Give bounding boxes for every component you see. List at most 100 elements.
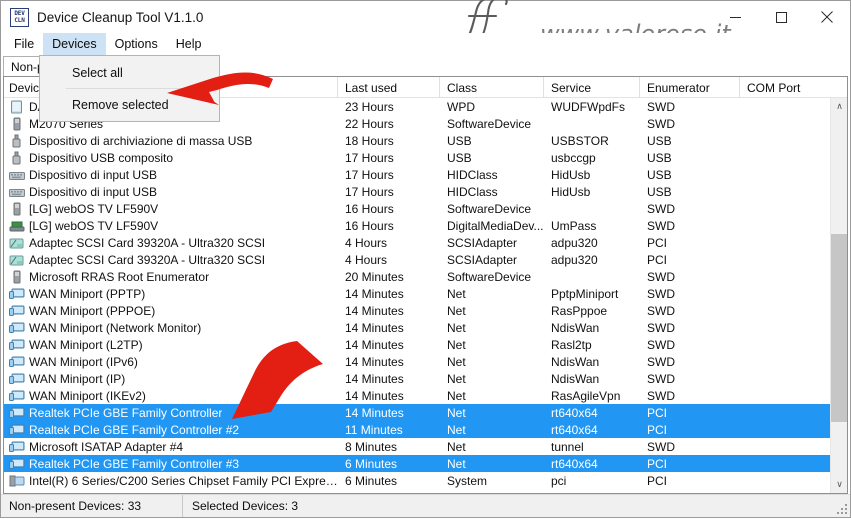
- menu-item-select-all[interactable]: Select all: [40, 60, 219, 85]
- menu-devices[interactable]: Devices: [43, 33, 106, 55]
- resize-grip-icon[interactable]: [837, 504, 847, 514]
- table-row[interactable]: Dispositivo di input USB 17 Hours HIDClass…: [4, 183, 847, 200]
- cell-last-used: 6 Minutes: [345, 473, 398, 488]
- cell-service: NdisWan: [551, 320, 600, 335]
- device-cleanup-tool-window: DEV CLN Device Cleanup Tool V1.1.0 www.v…: [0, 0, 851, 518]
- screen-icon: [9, 100, 25, 114]
- cell-last-used: 14 Minutes: [345, 303, 404, 318]
- menu-help[interactable]: Help: [167, 33, 211, 55]
- cell-last-used: 17 Hours: [345, 167, 394, 182]
- network-icon: [9, 338, 25, 352]
- cell-device-name: Adaptec SCSI Card 39320A - Ultra320 SCSI: [4, 236, 338, 250]
- cell-class: Net: [447, 422, 466, 437]
- table-row[interactable]: WAN Miniport (IPv6) 14 Minutes Net NdisWan S…: [4, 353, 847, 370]
- network-icon: [9, 406, 25, 420]
- cell-device-name: WAN Miniport (Network Monitor): [4, 321, 338, 335]
- table-row[interactable]: Microsoft ISATAP Adapter #4 8 Minutes Net t…: [4, 438, 847, 455]
- cell-last-used: 11 Minutes: [345, 422, 403, 437]
- table-row[interactable]: Adaptec SCSI Card 39320A - Ultra320 SCSI…: [4, 234, 847, 251]
- cell-service: rt640x64: [551, 422, 598, 437]
- menu-bar: File Devices Options Help: [1, 33, 850, 55]
- window-controls: [712, 1, 850, 33]
- table-row[interactable]: WAN Miniport (L2TP) 14 Minutes Net Rasl2tp S…: [4, 336, 847, 353]
- table-row[interactable]: WAN Miniport (IKEv2) 14 Minutes Net RasAgil…: [4, 387, 847, 404]
- scroll-up-icon[interactable]: ∧: [831, 98, 847, 115]
- cell-device-name: Realtek PCIe GBE Family Controller #2: [4, 423, 338, 437]
- maximize-icon[interactable]: [758, 1, 804, 33]
- cell-class: SCSIAdapter: [447, 235, 518, 250]
- device-list-view: Device NameLast usedClassServiceEnumerat…: [3, 76, 848, 494]
- table-row[interactable]: Microsoft RRAS Root Enumerator 20 Minutes…: [4, 268, 847, 285]
- cell-class: System: [447, 473, 488, 488]
- scsi-icon: [9, 253, 25, 267]
- vertical-scrollbar[interactable]: ∧ ∨: [830, 98, 847, 493]
- network-icon: [9, 287, 25, 301]
- table-row[interactable]: [LG] webOS TV LF590V 16 Hours SoftwareDevi…: [4, 200, 847, 217]
- cell-enumerator: SWD: [647, 116, 675, 131]
- table-row[interactable]: Intel(R) 6 Series/C200 Series Chipset Fa…: [4, 472, 847, 489]
- cell-service: Rasl2tp: [551, 337, 592, 352]
- cell-last-used: 14 Minutes: [345, 405, 404, 420]
- column-header-com[interactable]: COM Port: [740, 77, 820, 98]
- cell-class: WPD: [447, 99, 475, 114]
- device-name-label: Microsoft RRAS Root Enumerator: [29, 269, 210, 284]
- column-header-last[interactable]: Last used: [338, 77, 440, 98]
- minimize-icon[interactable]: [712, 1, 758, 33]
- menu-file[interactable]: File: [5, 33, 43, 55]
- table-row[interactable]: WAN Miniport (Network Monitor) 14 Minutes…: [4, 319, 847, 336]
- scroll-down-icon[interactable]: ∨: [831, 476, 847, 493]
- cell-enumerator: PCI: [647, 473, 668, 488]
- menu-options[interactable]: Options: [106, 33, 167, 55]
- table-row[interactable]: WAN Miniport (IP) 14 Minutes Net NdisWan SWD: [4, 370, 847, 387]
- cell-class: Net: [447, 371, 466, 386]
- table-row[interactable]: Dispositivo USB composito 17 Hours USB usbc…: [4, 149, 847, 166]
- device-name-label: WAN Miniport (IKEv2): [29, 388, 146, 403]
- window-title: Device Cleanup Tool V1.1.0: [37, 9, 204, 25]
- device-icon: [9, 202, 25, 216]
- table-row[interactable]: WAN Miniport (PPTP) 14 Minutes Net PptpMini…: [4, 285, 847, 302]
- cell-enumerator: SWD: [647, 354, 675, 369]
- cell-last-used: 18 Hours: [345, 133, 394, 148]
- table-row[interactable]: Realtek PCIe GBE Family Controller 14 Min…: [4, 404, 847, 421]
- table-row[interactable]: Realtek PCIe GBE Family Controller #3 6 M…: [4, 455, 847, 472]
- cell-service: RasPppoe: [551, 303, 608, 318]
- device-name-label: WAN Miniport (Network Monitor): [29, 320, 202, 335]
- column-header-enumerator[interactable]: Enumerator: [640, 77, 740, 98]
- scrollbar-thumb[interactable]: [831, 234, 847, 422]
- menu-item-remove-selected[interactable]: Remove selected: [40, 92, 219, 117]
- table-row[interactable]: WAN Miniport (PPPOE) 14 Minutes Net RasPppo…: [4, 302, 847, 319]
- cell-class: Net: [447, 337, 466, 352]
- cell-device-name: Realtek PCIe GBE Family Controller #3: [4, 457, 338, 471]
- device-name-label: Adaptec SCSI Card 39320A - Ultra320 SCSI: [29, 252, 266, 267]
- table-row[interactable]: Dispositivo di archiviazione di massa US…: [4, 132, 847, 149]
- network-icon: [9, 355, 25, 369]
- cell-class: HIDClass: [447, 167, 498, 182]
- device-name-label: Dispositivo di archiviazione di massa US…: [29, 133, 253, 148]
- title-bar: DEV CLN Device Cleanup Tool V1.1.0 www.v…: [1, 0, 850, 48]
- cell-last-used: 17 Hours: [345, 150, 394, 165]
- table-row[interactable]: [LG] webOS TV LF590V 16 Hours DigitalMedia…: [4, 217, 847, 234]
- cell-device-name: Realtek PCIe GBE Family Controller: [4, 406, 338, 420]
- cell-class: USB: [447, 150, 472, 165]
- app-icon-line2: CLN: [14, 17, 25, 24]
- table-row[interactable]: Realtek PCIe GBE Family Controller #2 11 …: [4, 421, 847, 438]
- network-icon: [9, 321, 25, 335]
- column-header-service[interactable]: Service: [544, 77, 640, 98]
- device-name-label: [LG] webOS TV LF590V: [29, 218, 159, 233]
- cell-enumerator: SWD: [647, 337, 675, 352]
- device-name-label: WAN Miniport (IPv6): [29, 354, 138, 369]
- table-row[interactable]: Adaptec SCSI Card 39320A - Ultra320 SCSI…: [4, 251, 847, 268]
- close-icon[interactable]: [804, 1, 850, 33]
- column-header-cls[interactable]: Class: [440, 77, 544, 98]
- cell-enumerator: PCI: [647, 422, 668, 437]
- cell-enumerator: USB: [647, 150, 672, 165]
- table-row[interactable]: Dispositivo di input USB 17 Hours HIDClass…: [4, 166, 847, 183]
- device-name-label: Dispositivo di input USB: [29, 167, 158, 182]
- device-name-label: Realtek PCIe GBE Family Controller #3: [29, 456, 240, 471]
- cell-enumerator: USB: [647, 184, 672, 199]
- cell-enumerator: SWD: [647, 201, 675, 216]
- cell-class: Net: [447, 405, 466, 420]
- cell-class: Net: [447, 354, 466, 369]
- cell-service: NdisWan: [551, 354, 600, 369]
- device-name-label: WAN Miniport (IP): [29, 371, 126, 386]
